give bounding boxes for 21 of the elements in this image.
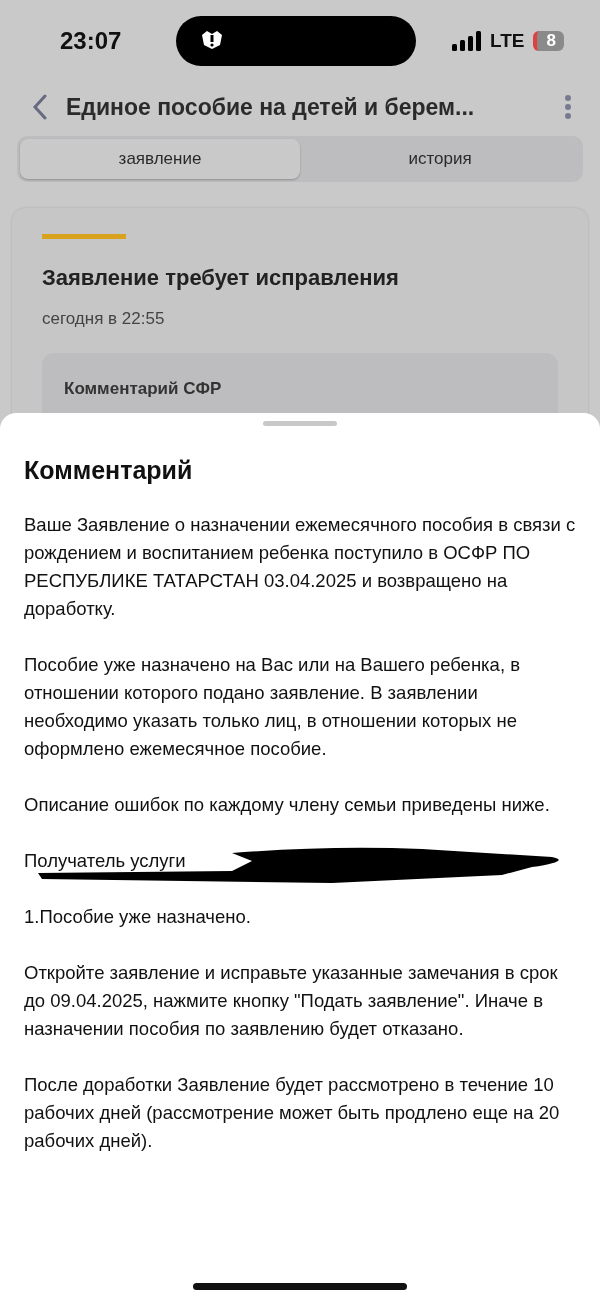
comment-label: Комментарий СФР: [64, 379, 222, 398]
error-item: 1.Пособие уже назначено.: [24, 906, 251, 927]
card-date: сегодня в 22:55: [42, 309, 166, 329]
comment-paragraph: Пособие уже назначено на Вас или на Вашего ребенка, в отношении которого подано заявление. В заявлении необходимо указать только лиц, в отношении которых не оформлено ежемесячное пособие.: [24, 653, 521, 761]
signal-icon: [452, 31, 483, 51]
comment-paragraph: Описание ошибок по каждому члену семьи приведены ниже.: [24, 793, 551, 817]
recipient-label: Получатель услуги: [24, 850, 186, 871]
card-title: Заявление требует исправления: [42, 265, 400, 291]
comment-paragraph: Ваше Заявление о назначении ежемесячного пособия в связи с рождением и воспитанием ребенка поступило в ОСФР ПО РЕСПУБЛИКЕ ТАТАРСТАН 03.04.2025 и возвращено на доработку.: [24, 513, 576, 621]
network-type: LTE: [490, 30, 525, 52]
back-icon[interactable]: [32, 94, 48, 120]
comment-paragraph: После доработки Заявление будет рассмотрено в течение 10 рабочих дней (рассмотрение может быть продлено еще на 20 рабочих дней).: [24, 1073, 561, 1153]
battery-icon: 8: [532, 31, 564, 51]
sheet-handle[interactable]: [263, 421, 337, 426]
sheet-title: Комментарий: [24, 456, 194, 485]
more-icon[interactable]: [564, 94, 572, 120]
tab[interactable]: история: [300, 139, 580, 179]
page-title: Единое пособие на детей и берем...: [66, 93, 476, 121]
tab[interactable]: заявление: [20, 139, 300, 179]
comment-paragraph: Откройте заявление и исправьте указанные замечания в срок до 09.04.2025, нажмите кнопку "Подать заявление". Иначе в назначении пособия по заявлению будет отказано.: [24, 961, 559, 1041]
status-time: 23:07: [60, 27, 123, 55]
